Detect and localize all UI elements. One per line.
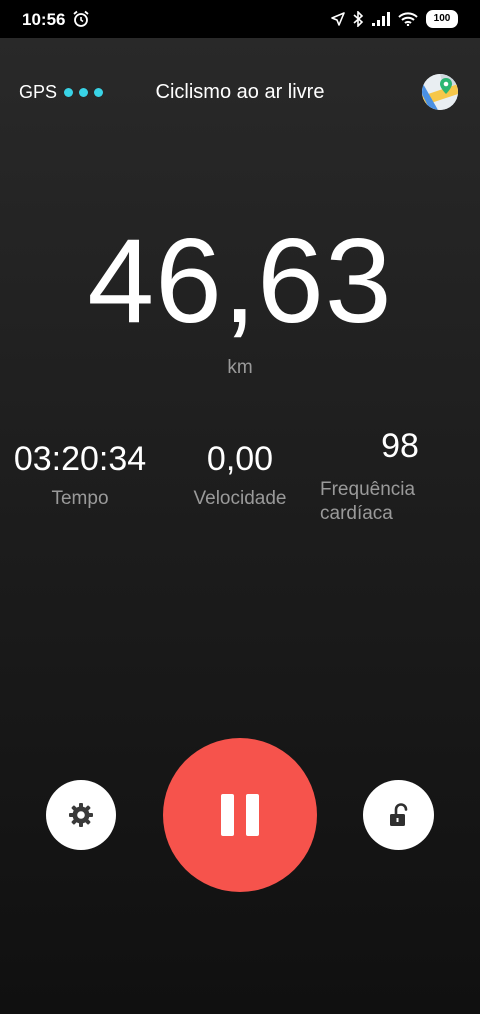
battery-indicator: 100 [426,10,458,28]
map-button[interactable] [422,74,458,110]
bluetooth-icon [353,11,364,27]
status-icons: 100 [331,10,458,28]
distance-value: 46,63 [87,214,393,348]
signal-icon [372,12,390,26]
stat-speed-value: 0,00 [206,440,274,478]
status-time: 10:56 [22,10,66,29]
stat-heart-rate-label: Frequência cardíaca [320,479,416,524]
settings-button[interactable] [46,780,116,850]
stat-time: 03:20:34 Tempo [12,440,148,511]
stat-time-value: 03:20:34 [13,440,147,478]
pause-icon [215,794,265,836]
page-title: Ciclismo ao ar livre [155,81,325,103]
stat-speed: 0,00 Velocidade [180,440,300,511]
status-bar: 10:56 100 [0,0,480,38]
stat-heart-rate: 98 Frequência cardíaca [320,427,480,526]
stat-heart-rate-value: 98 [381,427,419,465]
location-arrow-icon [331,12,345,26]
pause-button[interactable] [163,738,317,892]
gear-icon [69,803,93,827]
map-icon [422,74,458,110]
stat-speed-label: Velocidade [193,488,287,509]
wifi-icon [398,12,418,26]
alarm-icon [73,10,89,27]
unlock-button[interactable] [363,780,434,850]
unlock-icon [389,803,407,826]
stat-time-label: Tempo [51,488,109,509]
distance-unit: km [227,357,253,378]
